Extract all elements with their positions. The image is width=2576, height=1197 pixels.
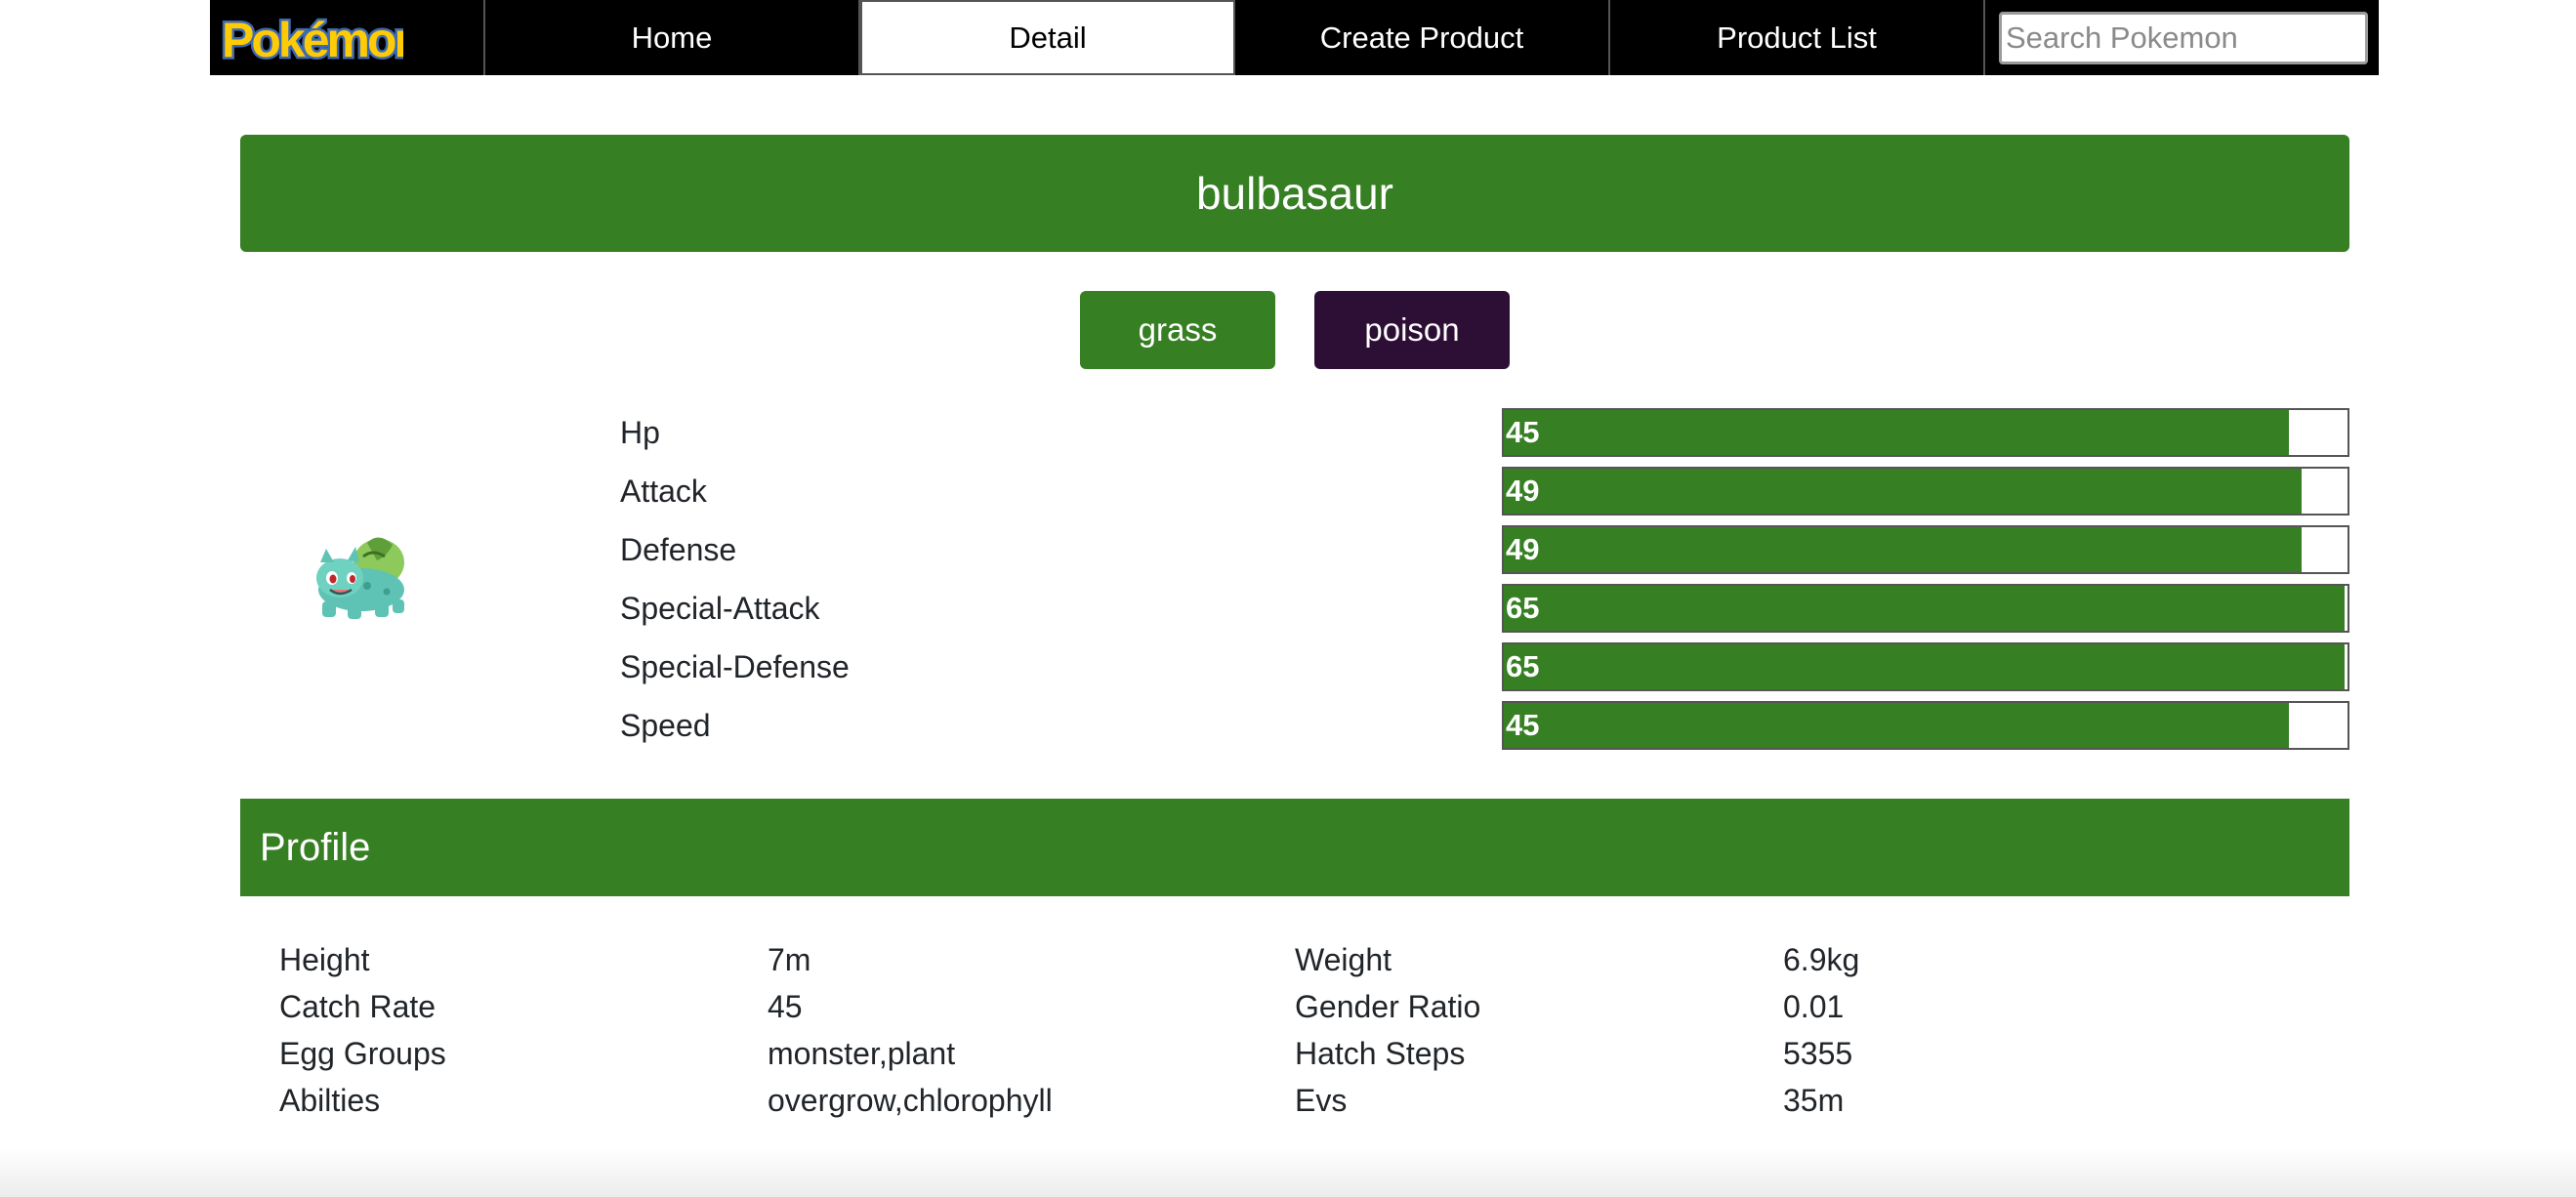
nav-tab-product-list[interactable]: Product List xyxy=(1610,0,1985,75)
stat-bar-defense: 49 xyxy=(1502,525,2349,574)
profile-value: 6.9kg xyxy=(1783,942,1860,977)
nav-tab-detail[interactable]: Detail xyxy=(860,0,1235,75)
profile-label: Weight xyxy=(1295,942,1392,977)
type-badges: grass poison xyxy=(0,291,2576,369)
stat-fill xyxy=(1504,586,2345,631)
stat-bar-hp: 45 xyxy=(1502,408,2349,457)
search-input[interactable] xyxy=(1999,11,2368,64)
bulbasaur-sprite-icon xyxy=(316,537,404,619)
profile-value: 35m xyxy=(1783,1083,1845,1118)
stat-label-speed: Speed xyxy=(620,708,711,743)
stat-fill xyxy=(1504,469,2303,514)
profile-value: 0.01 xyxy=(1783,989,1845,1024)
stat-label-attack: Attack xyxy=(620,474,707,509)
stat-bar-special-attack: 65 xyxy=(1502,584,2349,633)
nav-tab-home[interactable]: Home xyxy=(485,0,860,75)
pokemon-name-banner: bulbasaur xyxy=(240,135,2349,252)
stat-fill xyxy=(1504,527,2303,572)
profile-label: Egg Groups xyxy=(279,1036,446,1071)
type-badge-grass[interactable]: grass xyxy=(1080,291,1275,369)
profile-title: Profile xyxy=(260,825,371,869)
stat-value: 45 xyxy=(1506,708,1540,742)
profile-value: 7m xyxy=(768,942,811,977)
profile-label: Catch Rate xyxy=(279,989,436,1024)
logo-cell[interactable]: Pokémon xyxy=(210,0,485,75)
stat-fill xyxy=(1504,410,2289,455)
profile-label: Hatch Steps xyxy=(1295,1036,1466,1071)
stat-value: 65 xyxy=(1506,591,1540,625)
top-navbar: Pokémon Home Detail Create Product Produ… xyxy=(210,0,2379,75)
stat-value: 65 xyxy=(1506,649,1540,683)
stat-label-special-defense: Special-Defense xyxy=(620,649,850,684)
stat-value: 45 xyxy=(1506,415,1540,449)
stat-bar-speed: 45 xyxy=(1502,701,2349,750)
stat-bar-special-defense: 65 xyxy=(1502,642,2349,691)
stat-label-defense: Defense xyxy=(620,532,737,567)
page-root: Pokémon Home Detail Create Product Produ… xyxy=(0,0,2576,1197)
svg-text:Pokémon: Pokémon xyxy=(222,13,403,67)
stat-value: 49 xyxy=(1506,532,1540,566)
bottom-shadow xyxy=(0,1148,2576,1197)
profile-value: 5355 xyxy=(1783,1036,1853,1071)
stat-fill xyxy=(1504,644,2345,689)
type-badge-poison[interactable]: poison xyxy=(1314,291,1510,369)
profile-value: overgrow,chlorophyll xyxy=(768,1083,1053,1118)
stat-value: 49 xyxy=(1506,474,1540,508)
profile-label: Abilties xyxy=(279,1083,381,1118)
pokemon-logo[interactable]: Pokémon xyxy=(218,6,404,70)
profile-value: 45 xyxy=(768,989,803,1024)
type-badge-label: grass xyxy=(1138,311,1218,348)
search-wrap xyxy=(1985,0,2379,75)
profile-label: Height xyxy=(279,942,370,977)
profile-header: Profile xyxy=(240,799,2349,896)
pokemon-name: bulbasaur xyxy=(1195,168,1394,219)
profile-label: Evs xyxy=(1295,1083,1348,1118)
profile-label: Gender Ratio xyxy=(1295,989,1481,1024)
stat-label-hp: Hp xyxy=(620,415,660,450)
nav-tab-create-product[interactable]: Create Product xyxy=(1235,0,1610,75)
profile-value: monster,plant xyxy=(768,1036,956,1071)
stat-label-special-attack: Special-Attack xyxy=(620,591,820,626)
stat-fill xyxy=(1504,703,2289,748)
type-badge-label: poison xyxy=(1364,311,1460,348)
stat-bar-attack: 49 xyxy=(1502,467,2349,516)
